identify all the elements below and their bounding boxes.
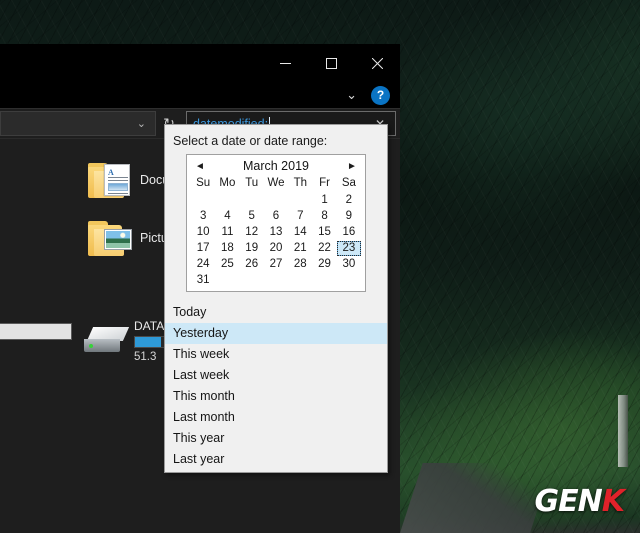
calendar-weekday-header: We bbox=[267, 177, 285, 189]
calendar-day[interactable]: 29 bbox=[312, 257, 336, 272]
watermark-gen-text: GEN bbox=[534, 484, 603, 519]
date-range-option[interactable]: Last year bbox=[165, 449, 387, 470]
previous-month-button[interactable]: ◄ bbox=[193, 161, 207, 172]
watermark-k-text: K bbox=[601, 484, 625, 519]
calendar-day[interactable]: 5 bbox=[240, 209, 264, 224]
calendar-header: ◄ March 2019 ► bbox=[188, 157, 364, 177]
calendar-empty-cell: . bbox=[191, 193, 215, 208]
chevron-down-icon[interactable]: ⌄ bbox=[132, 117, 151, 130]
calendar-empty-cell: . bbox=[288, 193, 312, 208]
calendar-weekday-header: Tu bbox=[245, 177, 259, 189]
calendar-day[interactable]: 14 bbox=[288, 225, 312, 240]
calendar-day[interactable]: 2 bbox=[337, 193, 361, 208]
calendar-widget[interactable]: ◄ March 2019 ► SuMoTuWeThFrSa.....123456… bbox=[186, 154, 366, 292]
calendar-day[interactable]: 10 bbox=[191, 225, 215, 240]
calendar-day[interactable]: 17 bbox=[191, 241, 215, 256]
calendar-day[interactable]: 19 bbox=[240, 241, 264, 256]
desktop-background: GENK ⌄ ? ⌄ ↻ A Docu Pictu DATA 51.3 Sele… bbox=[0, 0, 640, 533]
calendar-day[interactable]: 18 bbox=[215, 241, 239, 256]
list-item[interactable]: A Docu bbox=[88, 161, 169, 199]
minimize-button[interactable] bbox=[262, 44, 308, 82]
selection-highlight-bar bbox=[0, 323, 72, 340]
calendar-empty-cell: . bbox=[264, 193, 288, 208]
folder-pictures-icon bbox=[88, 219, 132, 257]
date-panel-title: Select a date or date range: bbox=[173, 134, 328, 148]
calendar-day-selected[interactable]: 23 bbox=[336, 241, 361, 256]
minimize-icon bbox=[279, 62, 291, 64]
genk-watermark: GENK bbox=[534, 484, 625, 519]
document-sheet-icon: A bbox=[104, 164, 130, 196]
window-title-bar[interactable] bbox=[0, 44, 400, 82]
calendar-day[interactable]: 8 bbox=[312, 209, 336, 224]
calendar-day[interactable]: 28 bbox=[288, 257, 312, 272]
folder-documents-icon: A bbox=[88, 161, 132, 199]
calendar-weekday-header: Su bbox=[196, 177, 211, 189]
calendar-day[interactable]: 3 bbox=[191, 209, 215, 224]
calendar-day[interactable]: 25 bbox=[215, 257, 239, 272]
calendar-day[interactable]: 12 bbox=[240, 225, 264, 240]
list-item[interactable]: Pictu bbox=[88, 219, 168, 257]
next-month-button[interactable]: ► bbox=[345, 161, 359, 172]
address-bar[interactable]: ⌄ bbox=[0, 111, 156, 136]
ribbon-bar: ⌄ ? bbox=[0, 82, 400, 108]
calendar-day[interactable]: 6 bbox=[264, 209, 288, 224]
help-button[interactable]: ? bbox=[371, 85, 390, 105]
maximize-button[interactable] bbox=[308, 44, 354, 82]
date-range-option[interactable]: This month bbox=[165, 386, 387, 407]
calendar-empty-cell: . bbox=[215, 193, 239, 208]
calendar-day[interactable]: 4 bbox=[215, 209, 239, 224]
date-range-option[interactable]: Last month bbox=[165, 407, 387, 428]
calendar-weekday-header: Fr bbox=[319, 177, 330, 189]
roadside-post bbox=[618, 395, 628, 467]
date-filter-dropdown: Select a date or date range: ◄ March 201… bbox=[164, 124, 388, 473]
calendar-weekday-header: Mo bbox=[219, 177, 236, 189]
calendar-day[interactable]: 11 bbox=[215, 225, 239, 240]
date-range-option[interactable]: This year bbox=[165, 428, 387, 449]
calendar-day[interactable]: 7 bbox=[288, 209, 312, 224]
calendar-day[interactable]: 22 bbox=[312, 241, 336, 256]
date-range-option[interactable]: Today bbox=[165, 302, 387, 323]
calendar-grid[interactable]: SuMoTuWeThFrSa.....123456789101112131415… bbox=[188, 177, 364, 288]
calendar-month-label[interactable]: March 2019 bbox=[243, 159, 309, 173]
calendar-day[interactable]: 13 bbox=[264, 225, 288, 240]
date-range-option[interactable]: Yesterday bbox=[165, 323, 387, 344]
chevron-down-icon[interactable]: ⌄ bbox=[340, 87, 363, 103]
calendar-day[interactable]: 24 bbox=[191, 257, 215, 272]
close-icon bbox=[371, 57, 383, 69]
calendar-day[interactable]: 26 bbox=[240, 257, 264, 272]
calendar-day[interactable]: 21 bbox=[288, 241, 312, 256]
calendar-day[interactable]: 1 bbox=[312, 193, 336, 208]
window-controls bbox=[262, 44, 400, 82]
date-range-option[interactable]: Last week bbox=[165, 365, 387, 386]
calendar-weekday-header: Th bbox=[293, 177, 307, 189]
calendar-weekday-header: Sa bbox=[341, 177, 356, 189]
calendar-day[interactable]: 20 bbox=[264, 241, 288, 256]
ribbon-right-controls: ⌄ ? bbox=[340, 82, 396, 108]
road-shape bbox=[400, 463, 553, 533]
maximize-icon bbox=[325, 57, 337, 69]
calendar-day[interactable]: 15 bbox=[312, 225, 336, 240]
calendar-day[interactable]: 31 bbox=[191, 273, 215, 288]
hard-drive-icon bbox=[84, 327, 130, 353]
close-button[interactable] bbox=[354, 44, 400, 82]
drive-capacity-fill bbox=[135, 337, 162, 347]
calendar-day[interactable]: 30 bbox=[337, 257, 361, 272]
calendar-empty-cell: . bbox=[240, 193, 264, 208]
picture-thumbnail-icon bbox=[104, 229, 132, 250]
calendar-day[interactable]: 9 bbox=[337, 209, 361, 224]
date-range-option-list[interactable]: Today Yesterday This week Last week This mon… bbox=[165, 302, 387, 470]
calendar-day[interactable]: 27 bbox=[264, 257, 288, 272]
date-range-option[interactable]: This week bbox=[165, 344, 387, 365]
calendar-day[interactable]: 16 bbox=[337, 225, 361, 240]
